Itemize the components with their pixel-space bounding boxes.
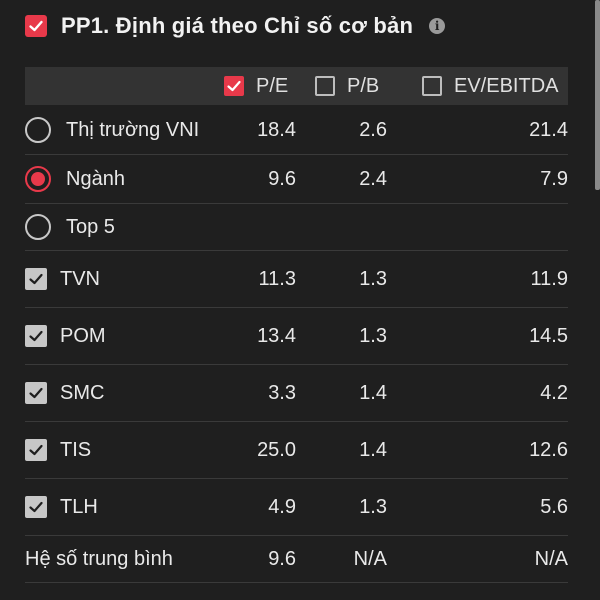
- column-label-pe: P/E: [256, 74, 289, 97]
- pe-value: 9.6: [268, 167, 296, 190]
- pe-value: 4.9: [268, 495, 296, 518]
- market-row-vni[interactable]: Thị trường VNI 18.4 2.6 21.4: [25, 106, 568, 155]
- section-header: PP1. Định giá theo Chỉ số cơ bản i: [25, 6, 446, 46]
- pb-value: 1.3: [359, 324, 387, 347]
- pb-checkbox-icon[interactable]: [315, 76, 335, 96]
- column-toggle-pe[interactable]: P/E: [224, 67, 288, 105]
- radio-selected-icon[interactable]: [25, 166, 51, 192]
- ticker-label: TVN: [60, 267, 100, 290]
- pb-value: 1.3: [359, 267, 387, 290]
- column-header-bar: P/E P/B EV/EBITDA: [25, 67, 568, 105]
- pe-value: 18.4: [257, 118, 296, 141]
- pe-checkbox-checked-icon[interactable]: [224, 76, 244, 96]
- check-icon: [29, 20, 43, 32]
- row-label: Thị trường VNI: [66, 118, 200, 141]
- market-row-top5[interactable]: Top 5: [25, 204, 568, 251]
- column-label-pb: P/B: [347, 74, 380, 97]
- ev-value: 7.9: [540, 167, 568, 190]
- row-label: Ngành: [66, 167, 125, 190]
- ticker-label: POM: [60, 324, 106, 347]
- checkbox-checked-icon[interactable]: [25, 439, 47, 461]
- pe-value: 25.0: [257, 438, 296, 461]
- ev-value: 21.4: [529, 118, 568, 141]
- ev-value: 14.5: [529, 324, 568, 347]
- stock-row-tvn[interactable]: TVN 11.3 1.3 11.9: [25, 251, 568, 308]
- row-label: Top 5: [66, 215, 115, 238]
- ev-value: N/A: [534, 547, 568, 570]
- section-checkbox[interactable]: [25, 15, 47, 37]
- stock-row-tis[interactable]: TIS 25.0 1.4 12.6: [25, 422, 568, 479]
- stock-row-smc[interactable]: SMC 3.3 1.4 4.2: [25, 365, 568, 422]
- column-toggle-ev[interactable]: EV/EBITDA: [422, 67, 558, 105]
- ev-value: 4.2: [540, 381, 568, 404]
- market-row-nganh[interactable]: Ngành 9.6 2.4 7.9: [25, 155, 568, 204]
- stock-row-tlh[interactable]: TLH 4.9 1.3 5.6: [25, 479, 568, 536]
- scrollbar[interactable]: [595, 0, 600, 190]
- pb-value: 2.6: [359, 118, 387, 141]
- radio-unselected-icon[interactable]: [25, 214, 51, 240]
- checkbox-checked-icon[interactable]: [25, 382, 47, 404]
- ticker-label: TIS: [60, 438, 92, 461]
- pe-value: 13.4: [257, 324, 296, 347]
- pb-value: N/A: [353, 547, 387, 570]
- ticker-label: SMC: [60, 381, 105, 404]
- ev-value: 11.9: [530, 267, 568, 290]
- pb-value: 1.3: [359, 495, 387, 518]
- pb-value: 1.4: [359, 381, 387, 404]
- average-label: Hệ số trung bình: [25, 547, 173, 570]
- pe-value: 11.3: [258, 267, 296, 290]
- info-icon[interactable]: i: [429, 18, 446, 34]
- column-label-ev: EV/EBITDA: [454, 74, 559, 97]
- ev-value: 12.6: [529, 438, 568, 461]
- checkbox-checked-icon[interactable]: [25, 268, 47, 290]
- section-title: PP1. Định giá theo Chỉ số cơ bản: [61, 13, 414, 38]
- pe-value: 3.3: [268, 381, 296, 404]
- ev-checkbox-icon[interactable]: [422, 76, 442, 96]
- pb-value: 1.4: [359, 438, 387, 461]
- average-row: Hệ số trung bình 9.6 N/A N/A: [25, 536, 568, 583]
- ev-value: 5.6: [540, 495, 568, 518]
- stock-row-pom[interactable]: POM 13.4 1.3 14.5: [25, 308, 568, 365]
- pb-value: 2.4: [359, 167, 387, 190]
- ticker-label: TLH: [60, 495, 98, 518]
- pe-value: 9.6: [268, 547, 296, 570]
- checkbox-checked-icon[interactable]: [25, 496, 47, 518]
- radio-unselected-icon[interactable]: [25, 117, 51, 143]
- column-toggle-pb[interactable]: P/B: [315, 67, 379, 105]
- checkbox-checked-icon[interactable]: [25, 325, 47, 347]
